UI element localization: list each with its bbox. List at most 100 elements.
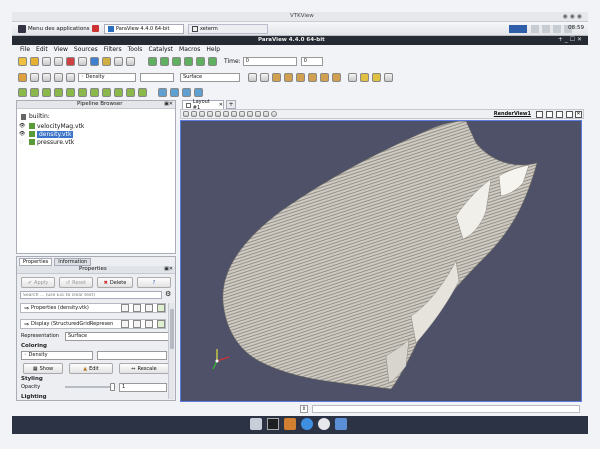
view-toolbar-icon[interactable] xyxy=(199,111,205,117)
next-frame-icon[interactable] xyxy=(184,57,193,66)
opacity-slider-handle[interactable] xyxy=(110,383,115,391)
last-frame-icon[interactable] xyxy=(196,57,205,66)
play-icon[interactable] xyxy=(172,57,181,66)
expand-panel-icon[interactable]: ⇕ xyxy=(300,405,308,413)
calculator-icon[interactable] xyxy=(18,88,27,97)
split-horizontal-icon[interactable] xyxy=(536,111,543,118)
app-menu-button[interactable]: Menu des applications xyxy=(18,25,90,33)
close-view-icon[interactable]: ✕ xyxy=(575,111,582,118)
threshold-icon[interactable] xyxy=(66,88,75,97)
view-toolbar-icon[interactable] xyxy=(255,111,261,117)
apply-button[interactable]: ✔ Apply xyxy=(21,277,55,288)
server-icon[interactable] xyxy=(126,57,135,66)
menu-edit[interactable]: Edit xyxy=(36,46,48,54)
save-icon[interactable] xyxy=(30,57,39,66)
browser-icon[interactable] xyxy=(301,418,313,430)
representation-select[interactable]: Surface xyxy=(180,73,240,82)
pipeline-item[interactable]: ◌ pressure.vtk xyxy=(19,138,169,146)
pick-center-icon[interactable] xyxy=(372,73,381,82)
horizontal-scrollbar[interactable] xyxy=(312,405,580,413)
render-view-label[interactable]: RenderView1 xyxy=(494,111,531,117)
scrollbar-thumb[interactable] xyxy=(170,309,174,349)
eye-visible-icon[interactable]: 👁 xyxy=(19,131,25,137)
paste-icon[interactable] xyxy=(133,320,141,328)
rescale-range-icon[interactable] xyxy=(42,73,51,82)
workspace-switcher[interactable] xyxy=(509,25,527,33)
rotate-90-icon[interactable] xyxy=(348,73,357,82)
files-icon[interactable] xyxy=(250,418,262,430)
restore-defaults-icon[interactable] xyxy=(145,320,153,328)
settings-gear-icon[interactable]: ⚙ xyxy=(165,290,171,298)
component-select[interactable] xyxy=(140,73,174,82)
pipeline-item-selected[interactable]: 👁 density.vtk xyxy=(19,130,169,138)
first-frame-icon[interactable] xyxy=(148,57,157,66)
save-state-icon[interactable] xyxy=(54,57,63,66)
view-toolbar-icon[interactable] xyxy=(191,111,197,117)
coloring-dropdown[interactable]: ◦ Density xyxy=(21,351,93,360)
orientation-axes-icon[interactable] xyxy=(384,73,393,82)
view-toolbar-icon[interactable] xyxy=(271,111,277,117)
archive-icon[interactable] xyxy=(284,418,296,430)
view-toolbar-icon[interactable] xyxy=(263,111,269,117)
advanced-toggle-icon[interactable] xyxy=(157,320,165,328)
set-view-direction-plus-x-icon[interactable] xyxy=(272,73,281,82)
contour-icon[interactable] xyxy=(30,88,39,97)
time-input[interactable]: 0 xyxy=(242,57,297,66)
app-window-controls[interactable]: + _ ☐ ✕ xyxy=(558,36,582,43)
menu-help[interactable]: Help xyxy=(206,46,220,54)
panel-float-close-icon[interactable]: ▣✕ xyxy=(164,101,173,107)
pin-view-icon[interactable] xyxy=(566,111,573,118)
slice-icon[interactable] xyxy=(54,88,63,97)
task-paraview[interactable]: ParaView 4.4.0 64-bit xyxy=(104,24,184,34)
set-view-direction-minus-y-icon[interactable] xyxy=(308,73,317,82)
select-cells-icon[interactable] xyxy=(158,88,167,97)
render-view[interactable] xyxy=(180,120,582,402)
view-toolbar-icon[interactable] xyxy=(207,111,213,117)
reset-button[interactable]: ↺ Reset xyxy=(59,277,93,288)
properties-scrollbar[interactable] xyxy=(168,303,174,399)
view-toolbar-icon[interactable] xyxy=(231,111,237,117)
color-array-select[interactable]: ◦ Density xyxy=(78,73,136,82)
folder-icon[interactable] xyxy=(335,418,347,430)
tab-properties[interactable]: Properties xyxy=(19,258,53,266)
edit-button[interactable]: ▲ Edit xyxy=(69,363,113,374)
view-toolbar-icon[interactable] xyxy=(239,111,245,117)
set-view-direction-minus-z-icon[interactable] xyxy=(332,73,341,82)
view-toolbar-icon[interactable] xyxy=(183,111,189,117)
clip-icon[interactable] xyxy=(42,88,51,97)
camera-icon[interactable] xyxy=(114,57,123,66)
select-points-icon[interactable] xyxy=(170,88,179,97)
color-map-editor-icon[interactable] xyxy=(18,73,27,82)
set-view-direction-minus-x-icon[interactable] xyxy=(284,73,293,82)
set-view-direction-plus-z-icon[interactable] xyxy=(320,73,329,82)
view-toolbar-icon[interactable] xyxy=(247,111,253,117)
glyph-icon[interactable] xyxy=(90,88,99,97)
extract-subset-icon[interactable] xyxy=(78,88,87,97)
view-toolbar-icon[interactable] xyxy=(215,111,221,117)
advanced-toggle-icon[interactable] xyxy=(157,304,165,312)
menu-tools[interactable]: Tools xyxy=(128,46,143,54)
tab-information[interactable]: Information xyxy=(54,258,92,266)
menu-sources[interactable]: Sources xyxy=(74,46,98,54)
paste-icon[interactable] xyxy=(133,304,141,312)
undo-icon[interactable] xyxy=(66,57,75,66)
connect-icon[interactable] xyxy=(102,57,111,66)
save-data-icon[interactable] xyxy=(42,57,51,66)
coloring-component-dropdown[interactable] xyxy=(97,351,167,360)
copy-icon[interactable] xyxy=(121,320,129,328)
search-icon[interactable] xyxy=(318,418,330,430)
add-layout-tab[interactable]: + xyxy=(226,100,236,109)
rescale-visible-icon[interactable] xyxy=(66,73,75,82)
menu-view[interactable]: View xyxy=(54,46,68,54)
set-view-direction-plus-y-icon[interactable] xyxy=(296,73,305,82)
task-xeterm[interactable]: xeterm xyxy=(188,24,268,34)
zoom-to-data-icon[interactable] xyxy=(260,73,269,82)
loop-icon[interactable] xyxy=(208,57,217,66)
delete-button[interactable]: ✖ Delete xyxy=(97,277,133,288)
help-icon[interactable] xyxy=(90,57,99,66)
eye-hidden-icon[interactable]: ◌ xyxy=(19,139,25,145)
center-axes-icon[interactable] xyxy=(360,73,369,82)
eye-visible-icon[interactable]: 👁 xyxy=(19,123,25,129)
warp-vector-icon[interactable] xyxy=(114,88,123,97)
restore-defaults-icon[interactable] xyxy=(145,304,153,312)
